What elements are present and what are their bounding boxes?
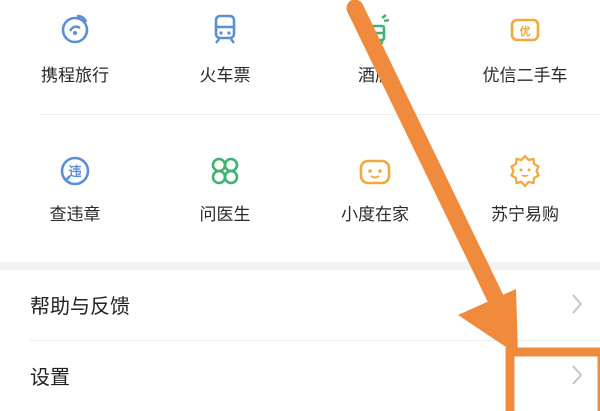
service-label: 酒店: [358, 66, 392, 86]
service-xiaodu[interactable]: 小度在家: [300, 138, 450, 258]
menu-item-help-feedback[interactable]: 帮助与反馈: [0, 270, 600, 340]
svg-text:优: 优: [520, 24, 531, 38]
hotel-icon: [362, 14, 390, 44]
service-violation[interactable]: 违 查违章: [0, 138, 150, 258]
service-train[interactable]: 火车票: [150, 0, 300, 120]
service-row-1: 携程旅行 火车票 酒店 优 优信二手车: [0, 0, 600, 120]
xiaodu-icon: [359, 159, 391, 185]
service-label: 小度在家: [341, 205, 409, 225]
used-car-icon: 优: [510, 18, 540, 42]
menu-item-label: 设置: [30, 365, 70, 389]
ctrip-icon: [61, 14, 89, 44]
chevron-right-icon: [572, 365, 583, 385]
service-hotel[interactable]: 酒店: [300, 0, 450, 120]
violation-icon: 违: [60, 156, 90, 186]
suning-icon: [510, 154, 540, 188]
settings-menu: 帮助与反馈 设置: [0, 270, 600, 411]
service-row-2: 违 查违章 问医生 小度在家 苏宁易购: [0, 138, 600, 258]
chevron-right-icon: [572, 294, 583, 314]
section-gap: [0, 262, 600, 270]
service-label: 苏宁易购: [491, 205, 559, 225]
service-suning[interactable]: 苏宁易购: [450, 138, 600, 258]
train-icon: [214, 14, 236, 44]
service-label: 查违章: [49, 205, 101, 225]
service-doctor[interactable]: 问医生: [150, 138, 300, 258]
row-divider: [40, 114, 600, 115]
svg-text:违: 违: [68, 164, 81, 180]
service-label: 火车票: [199, 66, 251, 86]
service-grid: 携程旅行 火车票 酒店 优 优信二手车 违 查违章 问医生 小度在家 苏宁易购: [0, 0, 600, 262]
service-label: 携程旅行: [41, 66, 109, 86]
service-label: 优信二手车: [482, 66, 568, 86]
service-used-car[interactable]: 优 优信二手车: [450, 0, 600, 120]
menu-item-label: 帮助与反馈: [30, 294, 130, 318]
service-ctrip[interactable]: 携程旅行: [0, 0, 150, 120]
doctor-icon: [211, 157, 239, 185]
menu-item-settings[interactable]: 设置: [0, 341, 600, 411]
service-label: 问医生: [199, 205, 251, 225]
